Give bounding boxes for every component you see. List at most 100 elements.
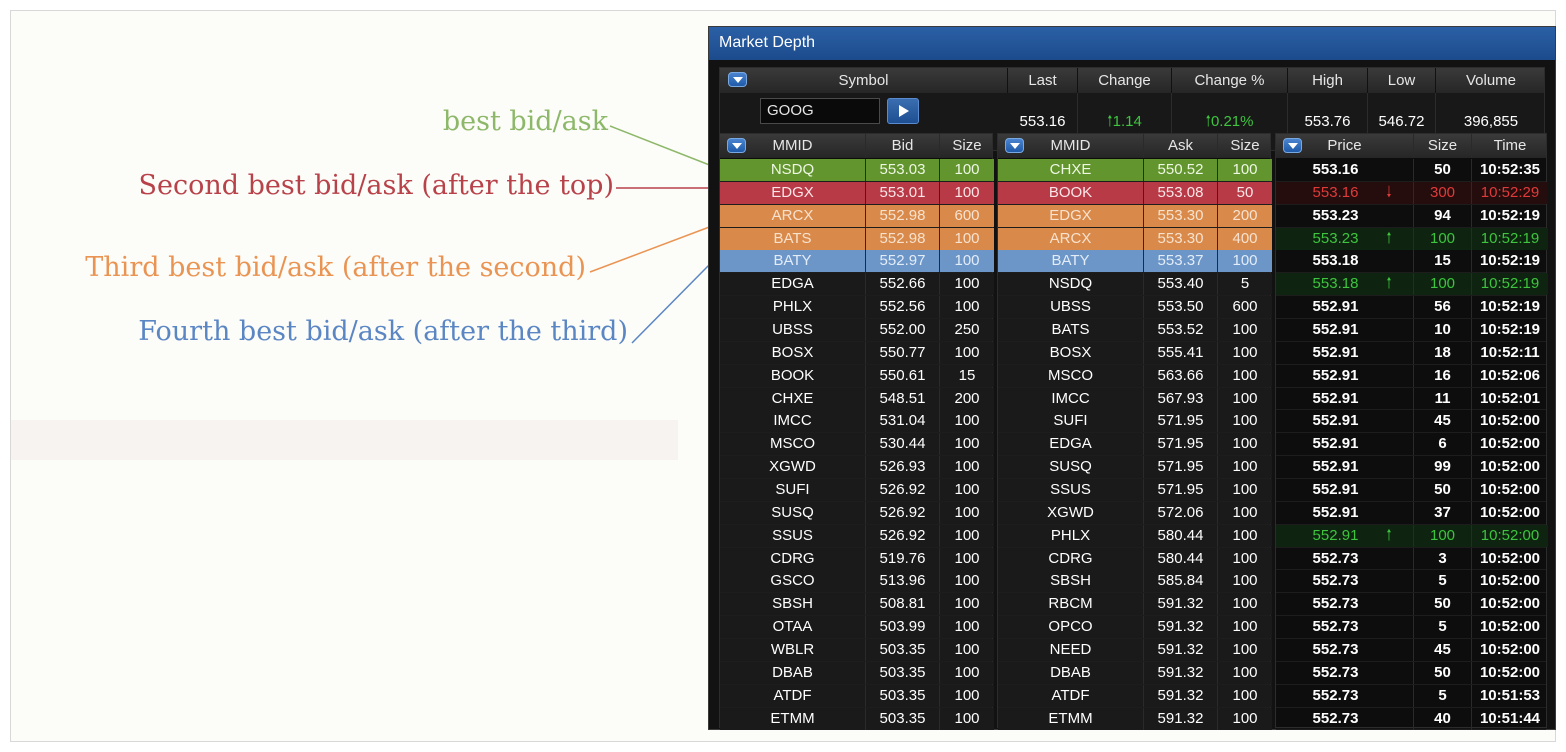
trade-row[interactable]: 553.23 94 10:52:19 bbox=[1276, 204, 1546, 228]
ask-row[interactable]: BOOK 553.08 50 bbox=[998, 181, 1272, 205]
bid-price: 526.92 bbox=[866, 524, 940, 547]
bid-row[interactable]: NSDQ 553.03 100 bbox=[720, 159, 994, 182]
bid-row[interactable]: BOOK 550.61 15 bbox=[720, 364, 994, 388]
bid-row[interactable]: BOSX 550.77 100 bbox=[720, 341, 994, 365]
trade-row[interactable]: 552.91 6 10:52:00 bbox=[1276, 433, 1546, 457]
ask-price: 553.30 bbox=[1144, 204, 1218, 227]
trade-row[interactable]: 552.91 37 10:52:00 bbox=[1276, 501, 1546, 525]
bid-row[interactable]: MSCO 530.44 100 bbox=[720, 433, 994, 457]
bid-row[interactable]: PHLX 552.56 100 bbox=[720, 296, 994, 320]
ask-row[interactable]: XGWD 572.06 100 bbox=[998, 501, 1272, 525]
bid-row[interactable]: CHXE 548.51 200 bbox=[720, 387, 994, 411]
ask-row[interactable]: NEED 591.32 100 bbox=[998, 639, 1272, 662]
trade-row[interactable]: 552.73 50 10:52:00 bbox=[1276, 661, 1546, 685]
bid-header-mmid[interactable]: MMID bbox=[720, 134, 866, 158]
ask-row[interactable]: ATDF 591.32 100 bbox=[998, 684, 1272, 708]
bid-row[interactable]: ETMM 503.35 100 bbox=[720, 707, 994, 731]
trade-row[interactable]: 552.91 11 10:52:01 bbox=[1276, 387, 1546, 411]
ask-row[interactable]: CHXE 550.52 100 bbox=[998, 159, 1272, 182]
bid-row[interactable]: SUSQ 526.92 100 bbox=[720, 501, 994, 525]
bid-row[interactable]: WBLR 503.35 100 bbox=[720, 639, 994, 662]
symbol-input[interactable]: GOOG bbox=[760, 98, 880, 124]
ask-row[interactable]: RBCM 591.32 100 bbox=[998, 593, 1272, 617]
trade-price: 552.73 bbox=[1276, 639, 1414, 662]
ask-row[interactable]: CDRG 580.44 100 bbox=[998, 547, 1272, 571]
ask-row[interactable]: OPCO 591.32 100 bbox=[998, 616, 1272, 640]
trade-row[interactable]: 552.91 56 10:52:19 bbox=[1276, 296, 1546, 320]
ask-row[interactable]: ARCX 553.30 400 bbox=[998, 227, 1272, 251]
trade-row[interactable]: 553.16 50 10:52:35 bbox=[1276, 159, 1546, 182]
bid-header-price[interactable]: Bid bbox=[866, 134, 940, 158]
bid-mmid: BOOK bbox=[720, 364, 866, 387]
ts-header-size[interactable]: Size bbox=[1414, 134, 1472, 158]
trade-row[interactable]: 552.73 5 10:52:00 bbox=[1276, 570, 1546, 594]
bid-row[interactable]: IMCC 531.04 100 bbox=[720, 410, 994, 434]
ask-row[interactable]: SUSQ 571.95 100 bbox=[998, 456, 1272, 480]
ask-row[interactable]: ETMM 591.32 100 bbox=[998, 707, 1272, 731]
trade-time: 10:51:44 bbox=[1479, 709, 1541, 727]
trade-row[interactable]: 553.18 100 10:52:19 🠑 bbox=[1276, 273, 1548, 297]
trade-row[interactable]: 552.91 16 10:52:06 bbox=[1276, 364, 1546, 388]
ask-row[interactable]: NSDQ 553.40 5 bbox=[998, 273, 1272, 297]
bid-row[interactable]: DBAB 503.35 100 bbox=[720, 661, 994, 685]
ask-row[interactable]: IMCC 567.93 100 bbox=[998, 387, 1272, 411]
ask-row[interactable]: UBSS 553.50 600 bbox=[998, 296, 1272, 320]
ts-header-time[interactable]: Time bbox=[1472, 134, 1548, 158]
trade-row[interactable]: 553.16 300 10:52:29 🠓 bbox=[1276, 181, 1548, 205]
ask-row[interactable]: BATS 553.52 100 bbox=[998, 319, 1272, 342]
trade-row[interactable]: 552.73 3 10:52:00 bbox=[1276, 547, 1546, 571]
trade-row[interactable]: 552.91 99 10:52:00 bbox=[1276, 456, 1546, 480]
ask-row[interactable]: BOSX 555.41 100 bbox=[998, 341, 1272, 365]
ask-row[interactable]: SUFI 571.95 100 bbox=[998, 410, 1272, 434]
bid-row[interactable]: GSCO 513.96 100 bbox=[720, 570, 994, 594]
trade-row[interactable]: 552.91 100 10:52:00 🠑 bbox=[1276, 524, 1548, 548]
trade-row[interactable]: 553.23 100 10:52:19 🠑 bbox=[1276, 227, 1548, 251]
bid-row[interactable]: SSUS 526.92 100 bbox=[720, 524, 994, 548]
go-button[interactable] bbox=[887, 98, 919, 124]
bid-row[interactable]: XGWD 526.93 100 bbox=[720, 456, 994, 480]
trade-row[interactable]: 552.73 5 10:51:53 bbox=[1276, 684, 1546, 708]
trade-row[interactable]: 552.73 40 10:51:44 bbox=[1276, 707, 1546, 731]
bid-row[interactable]: BATY 552.97 100 bbox=[720, 250, 994, 274]
trade-row[interactable]: 553.18 15 10:52:19 bbox=[1276, 250, 1546, 274]
ask-row[interactable]: MSCO 563.66 100 bbox=[998, 364, 1272, 388]
bid-row[interactable]: UBSS 552.00 250 bbox=[720, 319, 994, 342]
trade-row[interactable]: 552.91 50 10:52:00 bbox=[1276, 479, 1546, 502]
ask-row[interactable]: SBSH 585.84 100 bbox=[998, 570, 1272, 594]
trade-row[interactable]: 552.91 45 10:52:00 bbox=[1276, 410, 1546, 434]
bid-price: 519.76 bbox=[866, 547, 940, 570]
trade-time: 10:52:00 bbox=[1479, 435, 1541, 453]
bid-row[interactable]: CDRG 519.76 100 bbox=[720, 547, 994, 571]
ask-row[interactable]: EDGA 571.95 100 bbox=[998, 433, 1272, 457]
bid-row[interactable]: SUFI 526.92 100 bbox=[720, 479, 994, 502]
ask-row[interactable]: PHLX 580.44 100 bbox=[998, 524, 1272, 548]
ts-header-price[interactable]: Price bbox=[1276, 134, 1414, 158]
ask-header-price[interactable]: Ask bbox=[1144, 134, 1218, 158]
bid-row[interactable]: BATS 552.98 100 bbox=[720, 227, 994, 251]
trade-row[interactable]: 552.73 5 10:52:00 bbox=[1276, 616, 1546, 640]
ask-header-size[interactable]: Size bbox=[1218, 134, 1272, 158]
trade-row[interactable]: 552.73 45 10:52:00 bbox=[1276, 639, 1546, 662]
ask-row[interactable]: DBAB 591.32 100 bbox=[998, 661, 1272, 685]
bid-row[interactable]: OTAA 503.99 100 bbox=[720, 616, 994, 640]
trade-size: 100 bbox=[1414, 524, 1472, 547]
bid-price: 548.51 bbox=[866, 387, 940, 410]
ask-row[interactable]: SSUS 571.95 100 bbox=[998, 479, 1272, 502]
trade-row[interactable]: 552.73 50 10:52:00 bbox=[1276, 593, 1546, 617]
bid-row[interactable]: SBSH 508.81 100 bbox=[720, 593, 994, 617]
bid-row[interactable]: EDGA 552.66 100 bbox=[720, 273, 994, 297]
bid-mmid: CDRG bbox=[720, 547, 866, 570]
bid-row[interactable]: ARCX 552.98 600 bbox=[720, 204, 994, 228]
ask-price: 571.95 bbox=[1144, 410, 1218, 433]
trade-row[interactable]: 552.91 10 10:52:19 bbox=[1276, 319, 1546, 342]
ask-header-mmid[interactable]: MMID bbox=[998, 134, 1144, 158]
ask-row[interactable]: EDGX 553.30 200 bbox=[998, 204, 1272, 228]
bid-row[interactable]: ATDF 503.35 100 bbox=[720, 684, 994, 708]
bid-header-size[interactable]: Size bbox=[940, 134, 994, 158]
trade-size: 15 bbox=[1414, 250, 1472, 273]
ask-size: 100 bbox=[1218, 433, 1272, 456]
trade-row[interactable]: 552.91 18 10:52:11 bbox=[1276, 341, 1546, 365]
ask-row[interactable]: BATY 553.37 100 bbox=[998, 250, 1272, 274]
annotation-fourth: Fourth best bid/ask (after the third) bbox=[138, 316, 628, 347]
bid-row[interactable]: EDGX 553.01 100 bbox=[720, 181, 994, 205]
